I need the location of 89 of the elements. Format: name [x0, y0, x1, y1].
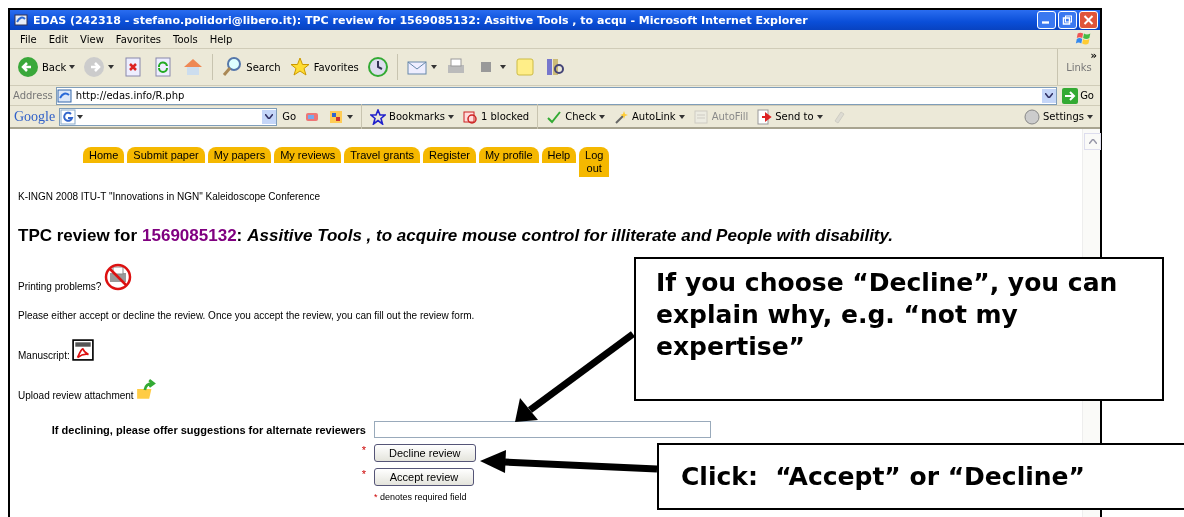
clock-icon	[366, 56, 389, 78]
nav-tab[interactable]: Travel grants	[344, 147, 420, 163]
caret-icon	[430, 65, 437, 69]
search-icon	[221, 56, 244, 78]
back-button[interactable]: Back	[14, 54, 79, 80]
blocked-button[interactable]: 1 blocked	[458, 108, 533, 125]
review-button[interactable]: Accept review	[374, 468, 474, 486]
send-icon	[756, 108, 773, 125]
window-title: EDAS (242318 - stefano.polidori@libero.it): TPC review for 1569085132: Assitive Tools , to acqu - Microsoft Internet Explorer	[33, 13, 809, 27]
close-button[interactable]	[1079, 11, 1098, 29]
heading-separator: :	[236, 226, 243, 245]
search-field[interactable]	[59, 107, 278, 126]
alternate-reviewers-field[interactable]	[374, 421, 711, 438]
instructions-text: Please either accept or decline the review. Once you accept the review, you can fill out the review form.	[18, 310, 475, 321]
caret-icon	[1088, 139, 1097, 144]
note-icon	[513, 56, 536, 78]
upload-attachment-link[interactable]: Upload review attachment	[18, 390, 134, 401]
caret-icon	[1087, 114, 1093, 119]
circle-icon	[1024, 108, 1040, 125]
links-button[interactable]: Links »	[1057, 49, 1100, 85]
required-field-note: * denotes required field	[374, 492, 467, 502]
caret-icon	[265, 114, 274, 119]
nav-tab[interactable]: My papers	[207, 147, 272, 163]
autolink-button[interactable]: AutoLink	[609, 108, 688, 125]
menu-item[interactable]: Tools	[167, 33, 204, 45]
nav-tab[interactable]: Help	[541, 147, 577, 163]
no-printer-icon[interactable]	[103, 262, 134, 292]
nav-tab[interactable]: Home	[83, 147, 125, 163]
paper-id-link[interactable]: 1569085132	[142, 226, 237, 245]
heading-prefix: TPC review for	[18, 226, 138, 245]
nav-tab[interactable]: Log out	[579, 147, 610, 177]
caret-icon	[1045, 93, 1054, 98]
manuscript-label: Manuscript:	[18, 350, 70, 361]
callout-box: Click: “Accept” or “Decline”	[657, 443, 1184, 510]
restore-button[interactable]	[1058, 11, 1077, 29]
nav-tab[interactable]: My profile	[478, 147, 539, 163]
required-mark: *	[361, 444, 366, 456]
menu-item[interactable]: File	[14, 33, 43, 45]
caret-icon	[447, 114, 454, 119]
search-button[interactable]: Search	[218, 54, 284, 80]
google-logo: Google	[14, 108, 56, 125]
restore-icon	[1061, 14, 1074, 26]
go-button[interactable]: Go	[1060, 87, 1100, 104]
star-icon	[370, 108, 387, 125]
address-label: Address	[13, 90, 53, 101]
conference-name: K-INGN 2008 ITU-T "Innovations in NGN" Kaleidoscope Conference	[18, 191, 322, 202]
browser-icon	[13, 12, 29, 28]
caret-icon	[69, 65, 76, 69]
arrow-right-icon	[1062, 87, 1079, 104]
menu-item[interactable]: View	[74, 33, 110, 45]
favorites-button[interactable]: Favorites	[285, 54, 362, 80]
caret-icon	[816, 114, 823, 119]
sendto-button[interactable]: Send to	[753, 108, 826, 125]
upload-folder-icon[interactable]	[135, 379, 158, 401]
dropdown-button[interactable]	[262, 109, 277, 124]
address-field[interactable]: http://edas.info/R.php	[55, 86, 1058, 105]
close-icon	[1082, 14, 1095, 26]
go-button[interactable]: Go	[279, 111, 300, 122]
settings-button[interactable]: Settings	[1021, 108, 1096, 125]
star-icon	[288, 56, 311, 78]
nav-tab[interactable]: Submit paper	[127, 147, 205, 163]
caret-icon	[77, 114, 84, 119]
dropdown-button[interactable]	[1042, 88, 1057, 103]
minimize-icon	[1042, 21, 1049, 24]
caret-icon	[598, 114, 605, 119]
check-button[interactable]: Check	[543, 108, 608, 125]
pdf-icon[interactable]	[71, 339, 94, 361]
scroll-up-button[interactable]	[1084, 133, 1101, 150]
menu-item[interactable]: Help	[203, 33, 239, 45]
review-button[interactable]: Decline review	[374, 444, 476, 462]
printing-problems-text: Printing problems?	[18, 281, 102, 292]
page-icon	[56, 87, 73, 104]
callout-box: If you choose “Decline”, you can explain why, e.g. “not my expertise”	[634, 257, 1164, 401]
tiles-icon	[328, 108, 345, 125]
bookmarks-button[interactable]: Bookmarks	[367, 108, 457, 125]
menu-item[interactable]: Edit	[42, 33, 75, 45]
menu-item[interactable]: Favorites	[109, 33, 167, 45]
blocked-icon	[461, 108, 478, 125]
required-mark: *	[361, 468, 366, 480]
caret-icon	[108, 65, 115, 69]
nav-tab[interactable]: My reviews	[274, 147, 342, 163]
search-engine-icon	[60, 108, 77, 125]
nav-tab[interactable]: Register	[422, 147, 476, 163]
paper-title: Assitive Tools , to acquire mouse control for illiterate and People with disability.	[247, 226, 894, 245]
caret-icon	[347, 114, 354, 119]
caret-icon	[499, 65, 506, 69]
alternate-reviewers-label: If declining, please offer suggestions for alternate reviewers	[50, 423, 366, 436]
minimize-button[interactable]	[1037, 11, 1056, 29]
caret-icon	[678, 114, 685, 119]
